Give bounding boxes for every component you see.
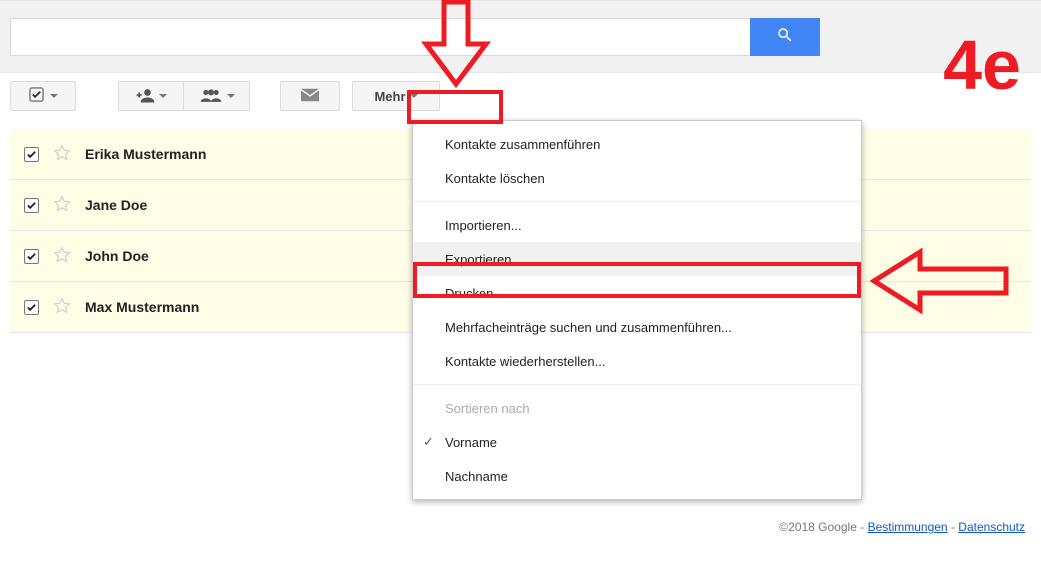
- toolbar: Mehr: [0, 73, 1041, 119]
- caret-down-icon: [50, 94, 58, 98]
- search-area: [0, 0, 1041, 73]
- menu-sort-header: Sortieren nach: [413, 391, 861, 425]
- menu-export[interactable]: Exportieren...: [413, 242, 861, 276]
- select-all-button[interactable]: [10, 81, 76, 111]
- envelope-icon: [301, 88, 319, 105]
- add-to-group-button[interactable]: [184, 81, 250, 111]
- contact-name: Max Mustermann: [85, 299, 199, 315]
- menu-sort-lastname[interactable]: Nachname: [413, 459, 861, 493]
- menu-restore-contacts[interactable]: Kontakte wiederherstellen...: [413, 344, 861, 378]
- star-icon[interactable]: [53, 246, 71, 267]
- contact-name: Erika Mustermann: [85, 146, 206, 162]
- row-checkbox[interactable]: [24, 147, 39, 162]
- star-icon[interactable]: [53, 297, 71, 318]
- caret-down-icon: [410, 94, 418, 98]
- menu-import[interactable]: Importieren...: [413, 208, 861, 242]
- person-add-icon: [135, 87, 155, 106]
- footer-privacy-link[interactable]: Datenschutz: [958, 520, 1025, 534]
- footer: ©2018 Google - Bestimmungen - Datenschut…: [779, 520, 1025, 534]
- group-icon: [199, 88, 223, 105]
- footer-copyright: ©2018 Google: [779, 520, 857, 534]
- check-icon: ✓: [423, 434, 434, 450]
- menu-find-merge-duplicates[interactable]: Mehrfacheinträge suchen und zusammenführ…: [413, 310, 861, 344]
- menu-sort-firstname[interactable]: ✓ Vorname: [413, 425, 861, 459]
- annotation-arrow-down-icon: [421, 0, 491, 88]
- row-checkbox[interactable]: [24, 249, 39, 264]
- menu-divider: [413, 384, 861, 385]
- contact-name: Jane Doe: [85, 197, 147, 213]
- search-box: [10, 18, 820, 56]
- annotation-arrow-left-icon: [870, 246, 1010, 316]
- caret-down-icon: [227, 94, 235, 98]
- star-icon[interactable]: [53, 144, 71, 165]
- menu-delete-contacts[interactable]: Kontakte löschen: [413, 161, 861, 195]
- menu-print[interactable]: Drucken...: [413, 276, 861, 310]
- row-checkbox[interactable]: [24, 198, 39, 213]
- menu-merge-contacts[interactable]: Kontakte zusammenführen: [413, 127, 861, 161]
- search-input[interactable]: [10, 18, 750, 56]
- menu-divider: [413, 201, 861, 202]
- contact-name: John Doe: [85, 248, 149, 264]
- annotation-label-4e: 4e: [943, 25, 1021, 105]
- row-checkbox[interactable]: [24, 300, 39, 315]
- more-menu: Kontakte zusammenführen Kontakte löschen…: [412, 120, 862, 500]
- email-button[interactable]: [280, 81, 340, 111]
- checkbox-checked-icon: [29, 87, 44, 105]
- more-button-label: Mehr: [374, 89, 405, 104]
- caret-down-icon: [159, 94, 167, 98]
- add-contact-button[interactable]: [118, 81, 184, 111]
- search-button[interactable]: [750, 18, 820, 56]
- footer-terms-link[interactable]: Bestimmungen: [868, 520, 948, 534]
- star-icon[interactable]: [53, 195, 71, 216]
- search-icon: [776, 26, 794, 47]
